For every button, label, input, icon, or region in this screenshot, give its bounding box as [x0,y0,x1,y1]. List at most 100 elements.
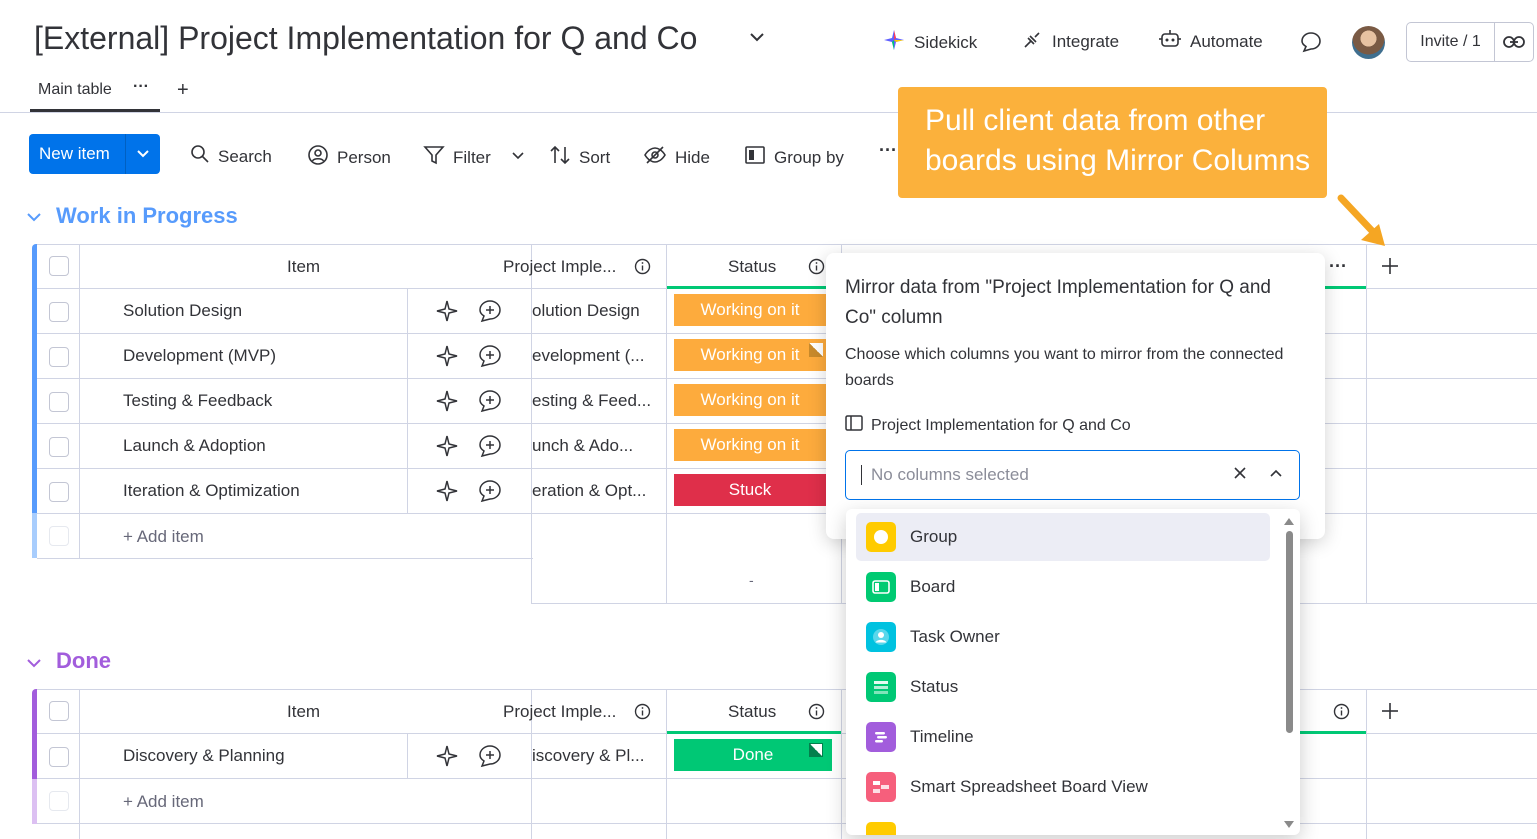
toolbar-more-icon[interactable]: ··· [879,140,897,161]
add-update-icon[interactable] [478,434,502,463]
mirror-cell[interactable]: esting & Feed... [532,391,662,411]
invite-button[interactable]: Invite / 1 [1406,22,1534,62]
dropdown-scrollbar-thumb[interactable] [1286,531,1293,733]
new-item-button[interactable]: New item [29,134,160,174]
mirror-cell[interactable]: unch & Ado... [532,436,662,456]
sparkle-icon[interactable] [435,344,459,373]
row-checkbox[interactable] [49,302,69,322]
dropdown-option-task-owner[interactable]: Task Owner [856,613,1270,661]
dropdown-option-status[interactable]: Status [856,663,1270,711]
item-name[interactable]: Discovery & Planning [123,746,285,766]
row-checkbox[interactable] [49,482,69,502]
table-row[interactable]: Testing & Feedback [37,379,537,423]
item-column-header[interactable]: Item [287,257,320,277]
add-view-icon[interactable]: + [177,79,189,102]
status-label[interactable]: Stuck [674,474,826,506]
item-column-header[interactable]: Item [287,702,320,722]
status-column-header[interactable]: Status [728,257,776,277]
board-title-chevron-icon[interactable] [748,28,766,52]
status-column-header[interactable]: Status [728,702,776,722]
filter-chevron-icon[interactable] [511,148,525,168]
column-info-icon[interactable] [1333,703,1350,725]
add-update-icon[interactable] [478,299,502,328]
status-info-icon[interactable] [808,703,825,725]
scroll-up-arrow-icon[interactable] [1283,513,1295,531]
automate-button[interactable]: Automate [1158,28,1263,55]
item-name[interactable]: Solution Design [123,301,242,321]
sparkle-icon[interactable] [435,479,459,508]
search-button[interactable]: Search [190,144,272,169]
sidekick-button[interactable]: Sidekick [882,28,977,57]
add-update-icon[interactable] [478,479,502,508]
mirror-cell[interactable]: eration & Opt... [532,481,662,501]
table-row[interactable]: Iteration & Optimization [37,469,537,513]
board-title[interactable]: [External] Project Implementation for Q … [34,20,697,57]
item-name[interactable]: Iteration & Optimization [123,481,300,501]
table-row[interactable]: Development (MVP) [37,334,537,378]
select-all-checkbox[interactable] [49,256,69,276]
row-checkbox[interactable] [49,392,69,412]
status-label[interactable]: Working on it [674,384,826,416]
mirror-cell[interactable]: iscovery & Pl... [532,746,662,766]
new-item-chevron-icon[interactable] [126,147,160,161]
sparkle-icon[interactable] [435,744,459,773]
row-checkbox[interactable] [49,747,69,767]
add-column-plus-icon[interactable] [1380,701,1400,726]
sparkle-icon[interactable] [435,434,459,463]
clear-selection-close-icon[interactable] [1233,466,1247,485]
table-row[interactable]: Launch & Adoption [37,424,537,468]
tab-main-table[interactable]: Main table [38,81,112,99]
group-title-done[interactable]: Done [56,648,111,674]
mirror-cell[interactable]: evelopment (... [532,346,662,366]
add-item-input[interactable]: + Add item [123,792,204,812]
new-item-label[interactable]: New item [29,144,125,164]
group-title-work-in-progress[interactable]: Work in Progress [56,203,238,229]
row-checkbox[interactable] [49,347,69,367]
status-label[interactable]: Working on it [674,294,826,326]
mirror-info-icon[interactable] [634,258,651,280]
select-all-checkbox[interactable] [49,701,69,721]
group-collapse-chevron-icon[interactable] [26,655,42,676]
mirror-column-header[interactable]: Project Imple... [503,257,621,277]
item-name[interactable]: Launch & Adoption [123,436,266,456]
item-name[interactable]: Testing & Feedback [123,391,272,411]
add-item-input[interactable]: + Add item [123,527,204,547]
add-column-plus-icon[interactable] [1380,256,1400,281]
status-label[interactable]: Working on it [674,429,826,461]
dropdown-option-group[interactable]: Group [856,513,1270,561]
mirror-columns-placeholder[interactable]: No columns selected [871,465,1233,485]
row-checkbox[interactable] [49,437,69,457]
sparkle-icon[interactable] [435,299,459,328]
person-filter-button[interactable]: Person [307,144,391,171]
mirror-columns-select[interactable]: No columns selected [845,450,1300,500]
mirror-cell[interactable]: olution Design [532,301,662,321]
tab-more-icon[interactable]: ··· [133,78,149,96]
status-label[interactable]: Working on it [674,339,826,371]
integrate-button[interactable]: Integrate [1022,28,1119,55]
mirror-column-header[interactable]: Project Imple... [503,702,621,722]
add-update-icon[interactable] [478,744,502,773]
item-name[interactable]: Development (MVP) [123,346,276,366]
chevron-up-icon[interactable] [1269,466,1283,485]
mirror-info-icon[interactable] [634,703,651,725]
filter-button[interactable]: Filter [423,144,525,171]
invite-label[interactable]: Invite / 1 [1407,23,1495,61]
sparkle-icon[interactable] [435,389,459,418]
copy-link-icon[interactable] [1495,35,1533,49]
sort-button[interactable]: Sort [549,144,610,171]
add-update-icon[interactable] [478,344,502,373]
user-avatar[interactable] [1352,26,1385,59]
updates-chat-icon[interactable] [1300,31,1322,58]
group-collapse-chevron-icon[interactable] [26,209,42,230]
dropdown-option-timeline[interactable]: Timeline [856,713,1270,761]
group-by-button[interactable]: Group by [744,144,844,171]
hide-button[interactable]: Hide [643,144,710,171]
status-info-icon[interactable] [808,258,825,280]
column-more-icon[interactable]: ··· [1329,256,1347,277]
dropdown-option-smart-spreadsheet[interactable]: Smart Spreadsheet Board View [856,763,1270,811]
table-row[interactable]: Discovery & Planning [37,734,537,778]
dropdown-option-board[interactable]: Board [856,563,1270,611]
add-update-icon[interactable] [478,389,502,418]
scroll-down-arrow-icon[interactable] [1283,817,1295,835]
dropdown-option-partial[interactable] [856,813,1270,835]
